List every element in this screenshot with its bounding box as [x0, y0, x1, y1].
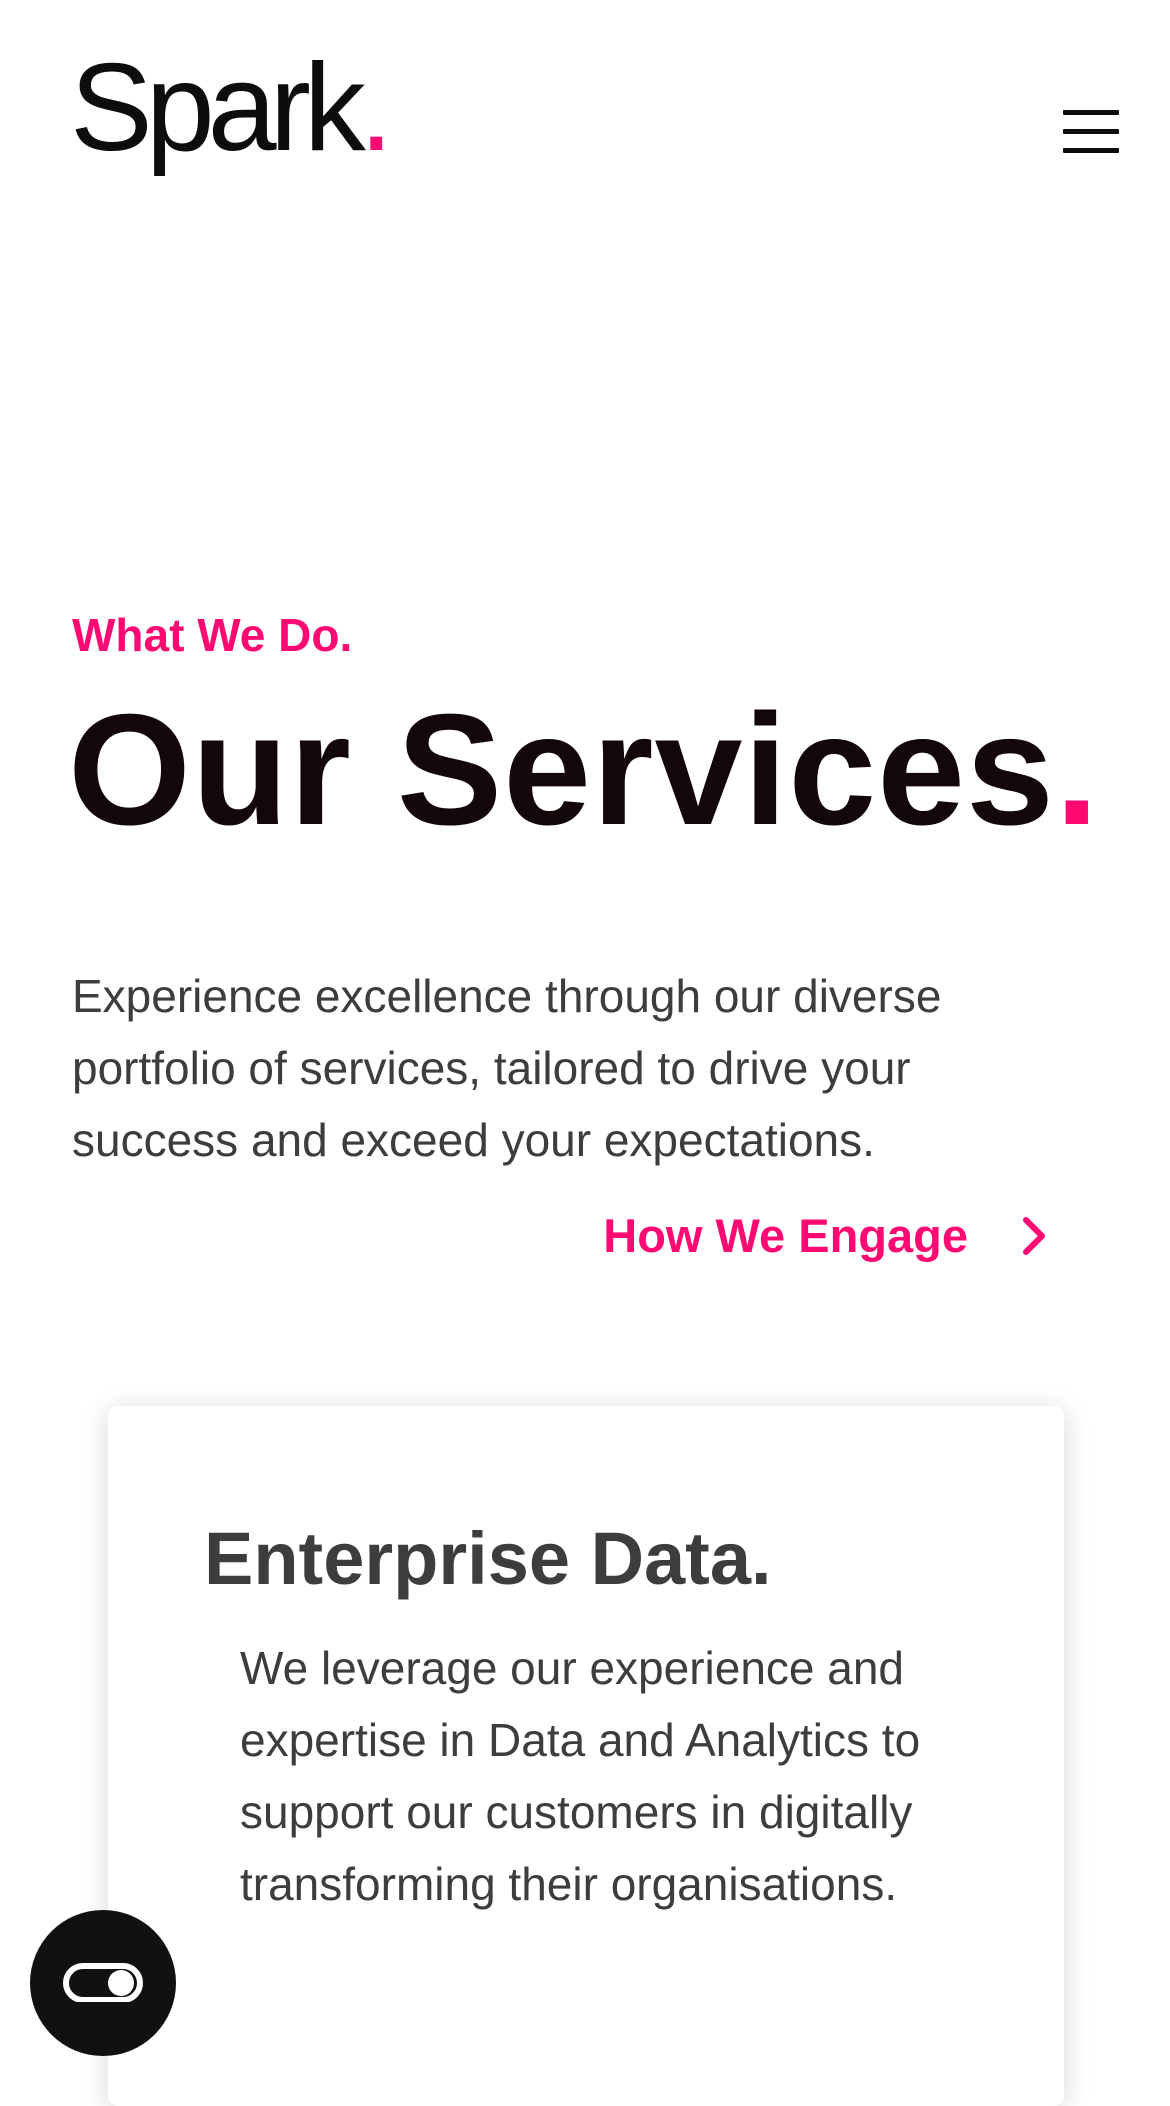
chevron-right-icon: [1010, 1212, 1058, 1260]
logo-dot: .: [358, 39, 394, 177]
toggle-icon: [63, 1963, 143, 2002]
site-header: Spark.: [0, 0, 1170, 230]
hamburger-menu-icon-bar-bottom: [1063, 148, 1119, 153]
logo-text: Spark: [70, 39, 366, 177]
service-card-description: We leverage our experience and expertise…: [240, 1642, 921, 1910]
how-we-engage-link[interactable]: How We Engage: [603, 1208, 1058, 1263]
floating-action-button[interactable]: [30, 1910, 176, 2056]
how-we-engage-label: How We Engage: [603, 1209, 968, 1262]
spark-logo[interactable]: Spark.: [70, 46, 394, 170]
section-eyebrow: What We Do.: [72, 609, 353, 661]
hamburger-menu-icon-bar-top: [1063, 110, 1119, 115]
hamburger-menu-icon-bar-middle: [1063, 129, 1119, 134]
page-title-dot: .: [1054, 682, 1100, 858]
page-title: Our Services.: [68, 687, 1100, 854]
hamburger-menu-button[interactable]: [1060, 106, 1122, 158]
intro-paragraph: Experience excellence through our divers…: [72, 970, 942, 1166]
page-title-text: Our Services: [68, 682, 1055, 858]
service-card-title: Enterprise Data.: [204, 1517, 772, 1600]
service-card-enterprise-data[interactable]: Enterprise Data. We leverage our experie…: [108, 1406, 1064, 2106]
